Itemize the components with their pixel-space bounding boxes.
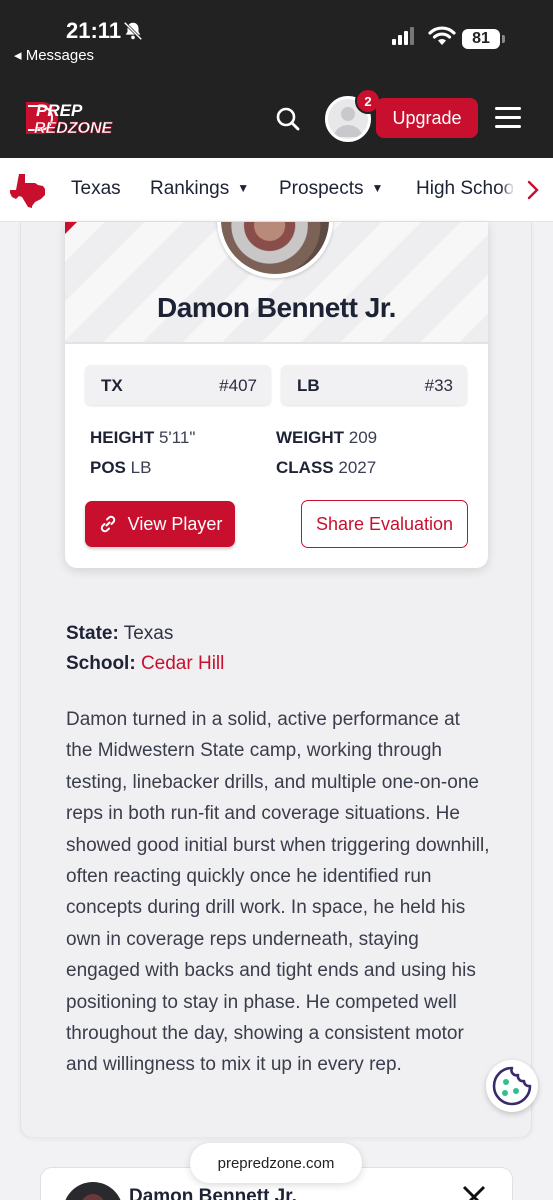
weight-stat: WEIGHT 209 xyxy=(276,428,377,448)
class-value: 2027 xyxy=(338,458,377,477)
position-rank: #33 xyxy=(424,376,453,395)
class-label: CLASS xyxy=(276,458,334,477)
texas-state-icon[interactable] xyxy=(10,172,48,208)
menu-icon[interactable] xyxy=(495,107,521,129)
weight-label: WEIGHT xyxy=(276,428,344,447)
player-name: Damon Bennett Jr. xyxy=(157,292,396,323)
x-social-icon[interactable] xyxy=(461,1184,487,1200)
pos-value: LB xyxy=(130,458,152,477)
next-player-avatar xyxy=(63,1182,123,1200)
position-stat: POS LB xyxy=(90,458,151,478)
nav-item-rankings[interactable]: Rankings ▼ xyxy=(150,178,249,200)
school-info-label: School: xyxy=(66,653,136,674)
battery-indicator: 81 xyxy=(462,29,505,49)
clock: 21:11 xyxy=(66,18,122,43)
pos-label: POS xyxy=(90,458,126,477)
link-icon xyxy=(100,515,115,533)
state-rank-box: TX #407 xyxy=(85,365,271,405)
state-info: State: Texas xyxy=(66,623,173,645)
logo-text-redzone: REDZONE xyxy=(34,120,114,137)
battery-level: 81 xyxy=(472,30,490,47)
search-icon[interactable] xyxy=(273,104,303,134)
browser-url-pill[interactable]: prepredzone.com xyxy=(190,1143,362,1183)
cookie-icon xyxy=(492,1066,532,1106)
height-stat: HEIGHT 5'11" xyxy=(90,428,195,448)
site-header: PREP REDZONE 2 Upgrade xyxy=(0,82,553,158)
back-to-messages-link[interactable]: ◂ Messages xyxy=(14,46,94,64)
view-player-label: View Player xyxy=(127,513,223,534)
state-info-value: Texas xyxy=(123,623,174,644)
upgrade-button[interactable]: Upgrade xyxy=(376,98,478,138)
prep-redzone-logo[interactable]: PREP REDZONE xyxy=(20,98,132,138)
bell-muted-icon xyxy=(123,21,143,41)
nav-item-label: Prospects xyxy=(279,178,364,199)
position-rank-box: LB #33 xyxy=(281,365,467,405)
nav-item-texas[interactable]: Texas xyxy=(71,178,121,200)
school-link[interactable]: Cedar Hill xyxy=(141,653,224,674)
position-code: LB xyxy=(297,376,320,395)
logo-text-prep: PREP xyxy=(36,101,83,120)
nav-item-label: Rankings xyxy=(150,178,230,199)
class-stat: CLASS 2027 xyxy=(276,458,376,478)
height-label: HEIGHT xyxy=(90,428,155,447)
nav-item-label: High Schoo xyxy=(416,178,515,199)
share-evaluation-button[interactable]: Share Evaluation xyxy=(301,500,468,548)
height-value: 5'11" xyxy=(158,428,196,447)
cookie-settings-button[interactable] xyxy=(486,1060,538,1112)
nav-item-prospects[interactable]: Prospects ▼ xyxy=(279,178,383,200)
card-corner-accent xyxy=(65,222,77,234)
player-card: Damon Bennett Jr. TX #407 LB #33 HEIGHT … xyxy=(65,222,488,568)
state-nav-bar: Texas Rankings ▼ Prospects ▼ High Schoo xyxy=(0,158,553,222)
view-player-button[interactable]: View Player xyxy=(85,501,235,547)
status-bar: 21:11 ◂ Messages 81 xyxy=(0,0,553,82)
cellular-signal-icon xyxy=(392,27,414,45)
nav-scroll-right-button[interactable] xyxy=(513,158,553,221)
chevron-down-icon: ▼ xyxy=(237,181,250,195)
school-info: School: Cedar Hill xyxy=(66,653,224,675)
nav-item-label: Texas xyxy=(71,178,121,199)
evaluation-text: Damon turned in a solid, active performa… xyxy=(66,709,490,1076)
state-rank: #407 xyxy=(219,376,257,395)
state-code: TX xyxy=(101,376,123,395)
weight-value: 209 xyxy=(348,428,378,447)
nav-item-high-schools[interactable]: High Schoo xyxy=(416,178,514,200)
chevron-right-icon xyxy=(527,180,539,200)
next-player-name: Damon Bennett Jr. xyxy=(129,1186,297,1200)
state-info-label: State: xyxy=(66,623,119,644)
wifi-icon xyxy=(428,26,456,45)
chevron-down-icon: ▼ xyxy=(371,181,384,195)
